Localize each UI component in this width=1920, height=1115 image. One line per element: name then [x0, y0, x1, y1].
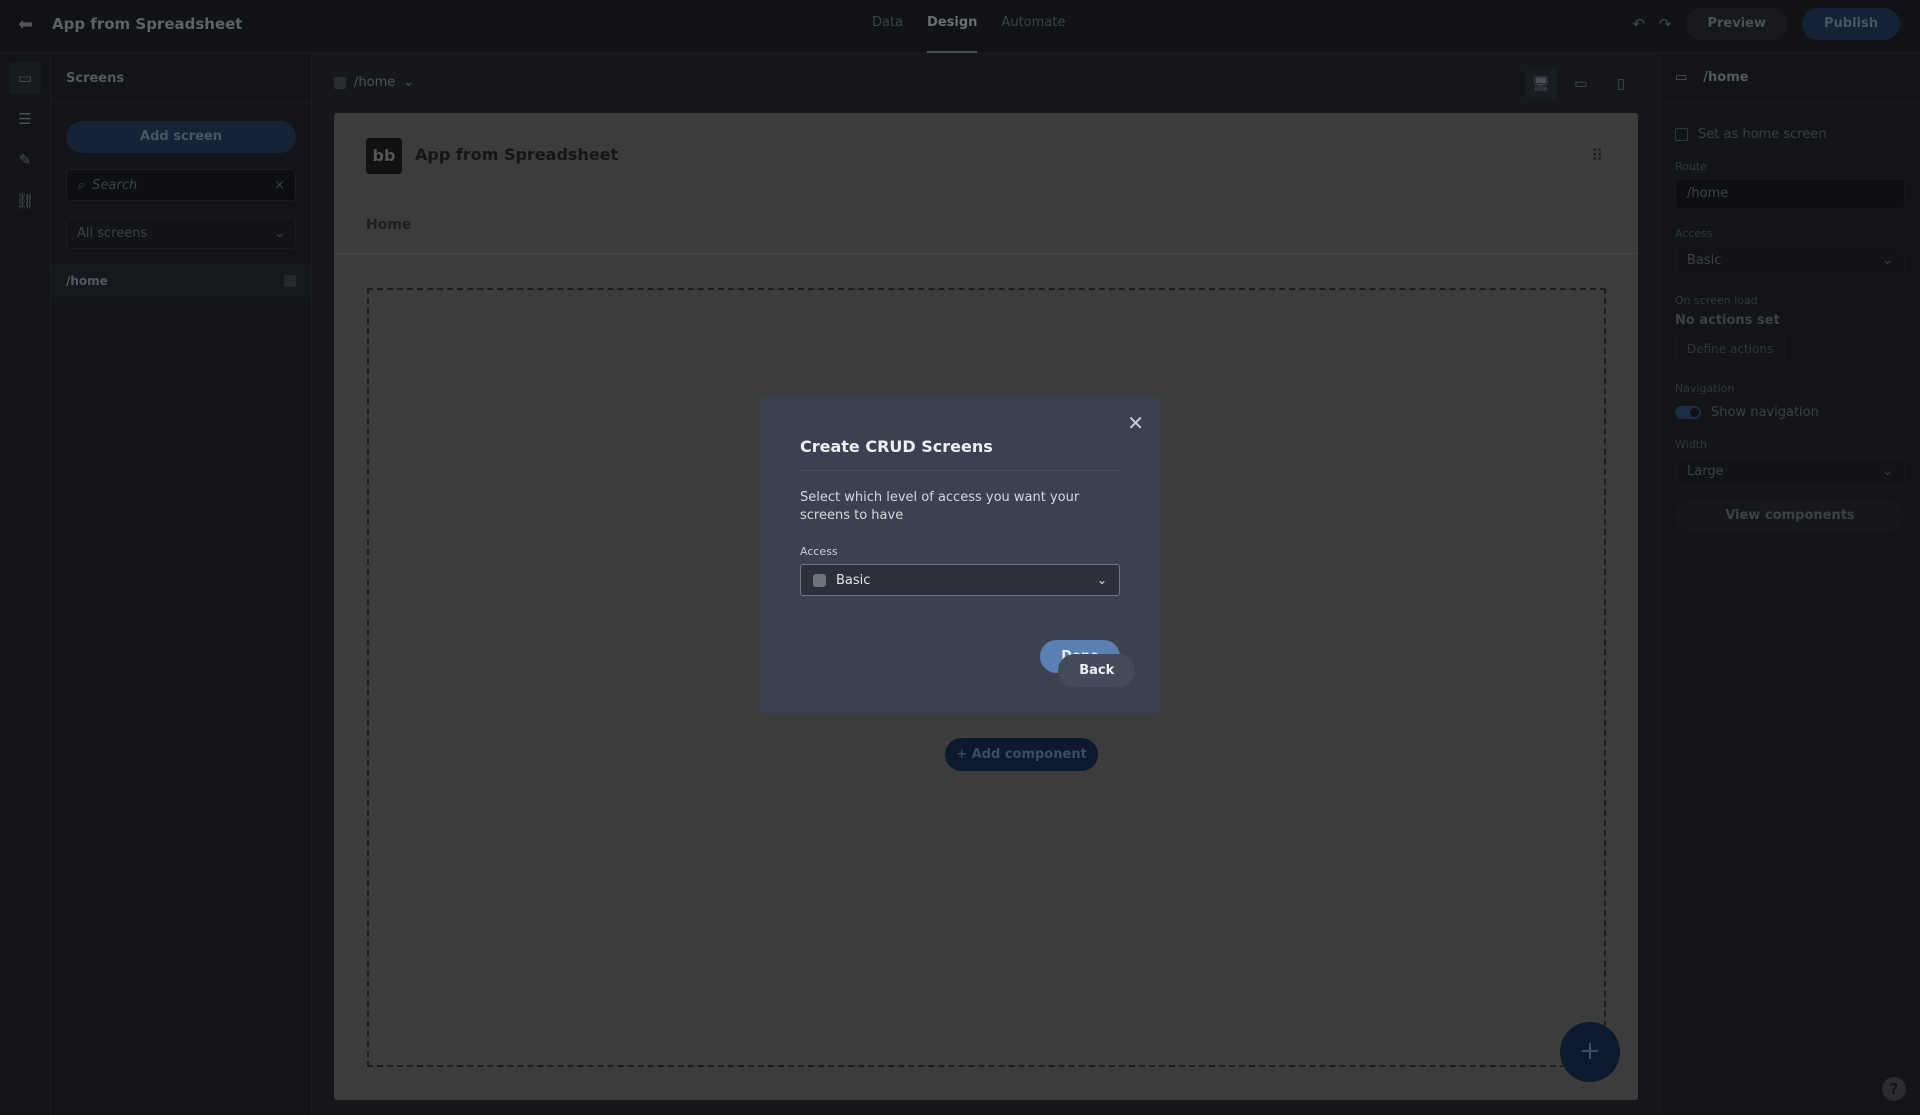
- grid-icon[interactable]: ⠿: [1591, 146, 1604, 165]
- chevron-down-icon: ⌄: [1096, 573, 1107, 587]
- chevron-down-icon: ⌄: [403, 75, 415, 90]
- role-indicator: [284, 275, 296, 287]
- access-value: Basic: [1687, 253, 1722, 268]
- show-navigation-label: Show navigation: [1711, 405, 1819, 420]
- screens-panel: Screens Add screen ⌕ Search × All screen…: [51, 53, 312, 1115]
- search-input[interactable]: ⌕ Search ×: [66, 169, 296, 201]
- add-screen-button[interactable]: Add screen: [66, 121, 296, 153]
- access-label: Access: [1675, 227, 1713, 240]
- tab-data[interactable]: Data: [872, 0, 903, 53]
- device-switcher: 🖥 ▭ ▯: [1525, 69, 1637, 99]
- search-icon: ⌕: [77, 177, 85, 193]
- clear-icon[interactable]: ×: [274, 178, 285, 193]
- screen-icon: ▭: [1675, 70, 1688, 85]
- onload-value: No actions set: [1675, 313, 1780, 328]
- back-arrow-icon[interactable]: ⬅: [18, 14, 33, 35]
- navigation-label: Navigation: [1675, 382, 1735, 395]
- help-icon[interactable]: ?: [1882, 1077, 1906, 1101]
- chevron-down-icon: ⌄: [1882, 464, 1893, 479]
- settings-title: /home: [1703, 70, 1749, 85]
- screen-settings-panel: ▭ /home Set as home screen Route /home Ac…: [1659, 53, 1920, 1115]
- breadcrumb[interactable]: /home ⌄: [334, 75, 414, 90]
- publish-button[interactable]: Publish: [1802, 8, 1900, 40]
- width-select[interactable]: Large ⌄: [1675, 457, 1905, 487]
- width-value: Large: [1687, 464, 1724, 479]
- route-label: Route: [1675, 160, 1707, 173]
- nav-item-home[interactable]: Home: [366, 217, 411, 233]
- chevron-down-icon: ⌄: [1882, 253, 1893, 268]
- plus-icon: +: [956, 747, 972, 762]
- role-indicator: [334, 76, 346, 89]
- access-select[interactable]: Basic ⌄: [800, 564, 1120, 596]
- close-icon[interactable]: ✕: [1127, 411, 1144, 435]
- search-placeholder: Search: [92, 177, 138, 193]
- add-fab-button[interactable]: +: [1560, 1022, 1620, 1082]
- app-header: bb App from Spreadsheet ⠿ Home: [334, 113, 1638, 254]
- breadcrumb-route: /home: [354, 75, 396, 90]
- set-home-label: Set as home screen: [1698, 127, 1827, 142]
- define-actions-button[interactable]: Define actions: [1675, 334, 1786, 364]
- screens-icon[interactable]: ▭: [9, 62, 41, 94]
- tablet-icon[interactable]: ▭: [1565, 69, 1597, 99]
- screen-route: /home: [66, 274, 108, 288]
- add-component-label: Add component: [971, 747, 1087, 762]
- tab-automate[interactable]: Automate: [1001, 0, 1065, 53]
- brush-icon[interactable]: ✎: [9, 144, 41, 176]
- access-label: Access: [800, 545, 838, 558]
- icon-rail: ▭ ☰ ✎ ⛓: [0, 53, 51, 1115]
- modal-description: Select which level of access you want yo…: [800, 490, 1080, 523]
- components-list-icon[interactable]: ☰: [9, 103, 41, 135]
- role-color-indicator: [813, 573, 826, 587]
- app-title: App from Spreadsheet: [52, 15, 243, 33]
- screens-title: Screens: [51, 53, 311, 103]
- redo-icon[interactable]: ↷: [1659, 15, 1672, 33]
- view-components-button[interactable]: View components: [1675, 501, 1905, 531]
- screens-filter-select[interactable]: All screens ⌄: [66, 217, 296, 249]
- access-value: Basic: [836, 572, 871, 588]
- tab-design[interactable]: Design: [927, 0, 978, 53]
- preview-app-title: App from Spreadsheet: [415, 145, 619, 164]
- main-tabs: Data Design Automate: [872, 0, 1065, 53]
- create-crud-modal: ✕ Create CRUD Screens Select which level…: [760, 397, 1160, 713]
- chevron-down-icon: ⌄: [274, 225, 285, 241]
- modal-title: Create CRUD Screens: [800, 437, 1120, 471]
- add-component-button[interactable]: + Add component: [945, 738, 1098, 771]
- show-navigation-toggle[interactable]: Show navigation: [1675, 405, 1905, 420]
- app-logo: bb: [366, 138, 402, 174]
- mobile-icon[interactable]: ▯: [1605, 69, 1637, 99]
- desktop-icon[interactable]: 🖥: [1525, 69, 1557, 99]
- screen-list-item[interactable]: /home: [51, 265, 311, 297]
- filter-value: All screens: [77, 225, 148, 241]
- route-input[interactable]: /home: [1675, 179, 1905, 209]
- back-button[interactable]: Back: [1058, 654, 1136, 687]
- preview-button[interactable]: Preview: [1685, 8, 1788, 40]
- undo-icon[interactable]: ↶: [1632, 15, 1645, 33]
- width-label: Width: [1675, 438, 1707, 451]
- top-bar: ⬅ App from Spreadsheet Data Design Autom…: [0, 0, 1920, 53]
- onload-label: On screen load: [1675, 294, 1758, 307]
- access-select[interactable]: Basic ⌄: [1675, 246, 1905, 276]
- set-home-checkbox[interactable]: Set as home screen: [1675, 127, 1905, 142]
- link-icon[interactable]: ⛓: [9, 185, 41, 217]
